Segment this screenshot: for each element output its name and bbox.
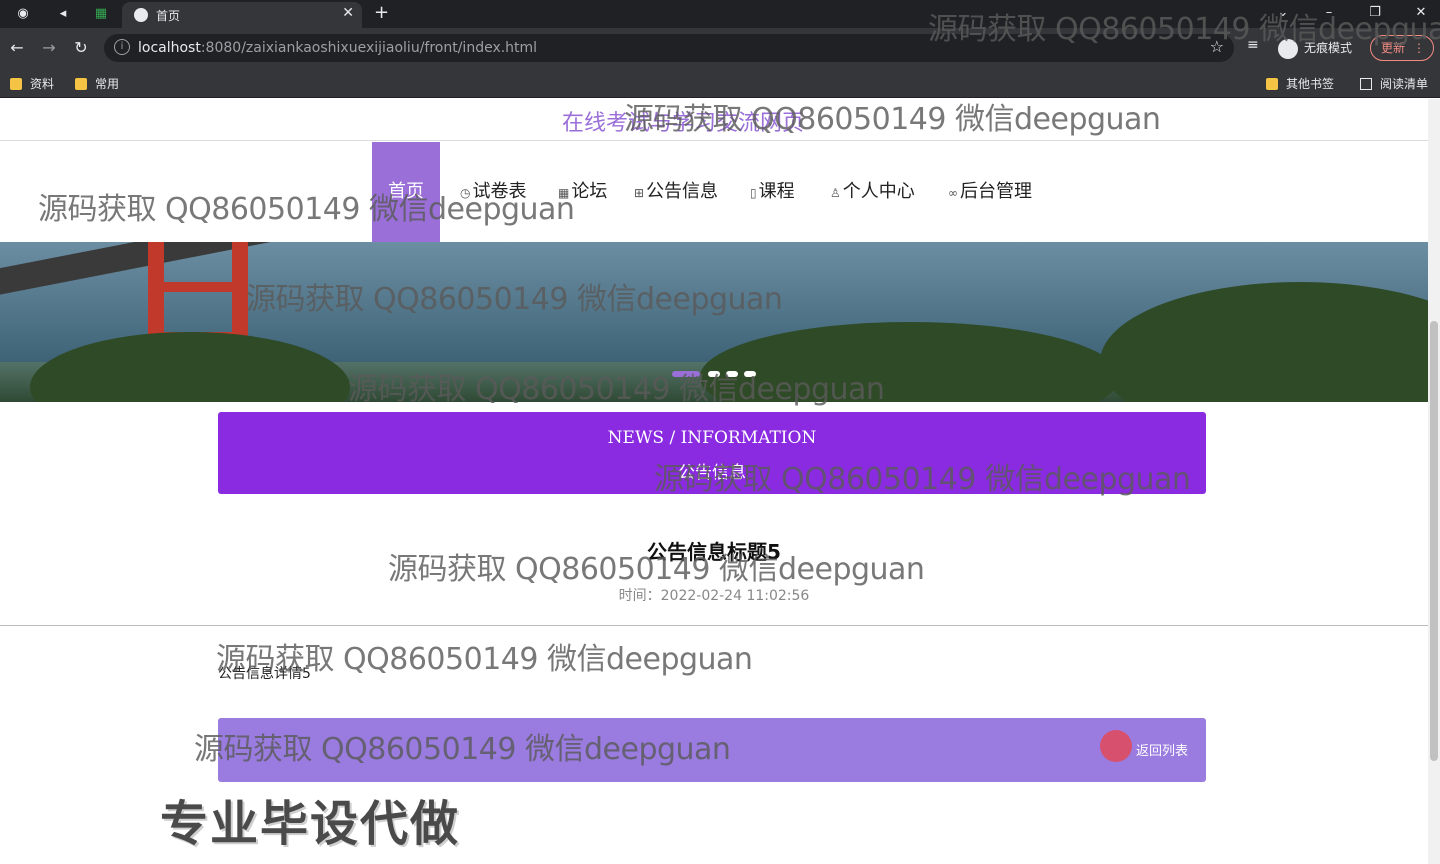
bookmark-folder-ziliao[interactable]: 资料 <box>10 75 54 92</box>
new-tab-button[interactable]: + <box>374 2 389 23</box>
browser-app-icon[interactable]: ◉ <box>12 4 34 24</box>
watermark: 源码获取 QQ86050149 微信deepguan <box>928 12 1440 47</box>
watermark: 源码获取 QQ86050149 微信deepguan <box>624 102 1161 137</box>
folder-icon <box>1266 78 1278 90</box>
divider <box>0 625 1428 626</box>
sheets-tab-icon[interactable]: ▦ <box>90 4 112 24</box>
folder-icon <box>10 78 22 90</box>
promo-overlay-text: 专业毕设代做 <box>160 796 461 852</box>
tab-home[interactable]: 首页 ✕ <box>122 2 362 28</box>
back-arrow-icon[interactable]: ← <box>6 37 28 59</box>
close-icon[interactable]: ✕ <box>342 5 354 21</box>
article-time: 时间：2022-02-24 11:02:56 <box>618 588 810 604</box>
forward-arrow-icon[interactable]: → <box>38 37 60 59</box>
scroll-thumb[interactable] <box>1430 321 1438 761</box>
watermark: 源码获取 QQ86050149 微信deepguan <box>38 192 575 227</box>
bookmark-folder-changyong[interactable]: 常用 <box>75 75 119 92</box>
link-icon: ∞ <box>948 186 958 200</box>
watermark: 源码获取 QQ86050149 微信deepguan <box>654 462 1191 497</box>
nav-profile[interactable]: ♙ 个人中心 <box>830 142 915 242</box>
tab-title: 首页 <box>156 9 181 23</box>
watermark: 源码获取 QQ86050149 微信deepguan <box>348 372 885 407</box>
book-icon: ▯ <box>750 186 757 200</box>
nav-announcements[interactable]: ⊞ 公告信息 <box>634 142 718 242</box>
bridge-beam <box>148 282 248 292</box>
nav-courses[interactable]: ▯ 课程 <box>750 142 795 242</box>
table-icon: ⊞ <box>634 186 645 200</box>
globe-icon <box>134 8 148 22</box>
nav-admin[interactable]: ∞ 后台管理 <box>948 142 1032 242</box>
click-indicator <box>1100 730 1132 762</box>
user-icon: ♙ <box>830 186 841 200</box>
news-header-english: NEWS / INFORMATION <box>607 428 817 448</box>
watermark: 源码获取 QQ86050149 微信deepguan <box>388 552 925 587</box>
reload-icon[interactable]: ↻ <box>70 37 92 59</box>
url-text[interactable]: localhost:8080/zaixiankaoshixuexijiaoliu… <box>138 40 537 56</box>
watermark: 源码获取 QQ86050149 微信deepguan <box>216 642 753 677</box>
watermark: 源码获取 QQ86050149 微信deepguan <box>194 732 731 767</box>
page-scrollbar[interactable] <box>1428 99 1440 864</box>
folder-icon <box>75 78 87 90</box>
mute-icon[interactable]: ◂ <box>52 4 74 24</box>
bookmark-other[interactable]: 其他书签 <box>1266 75 1334 92</box>
reading-list-icon <box>1360 78 1372 90</box>
reading-list[interactable]: 阅读清单 <box>1360 75 1428 92</box>
info-icon[interactable]: i <box>114 39 130 55</box>
watermark: 源码获取 QQ86050149 微信deepguan <box>246 282 783 317</box>
back-to-list-button[interactable]: 返回列表 <box>1136 740 1188 759</box>
